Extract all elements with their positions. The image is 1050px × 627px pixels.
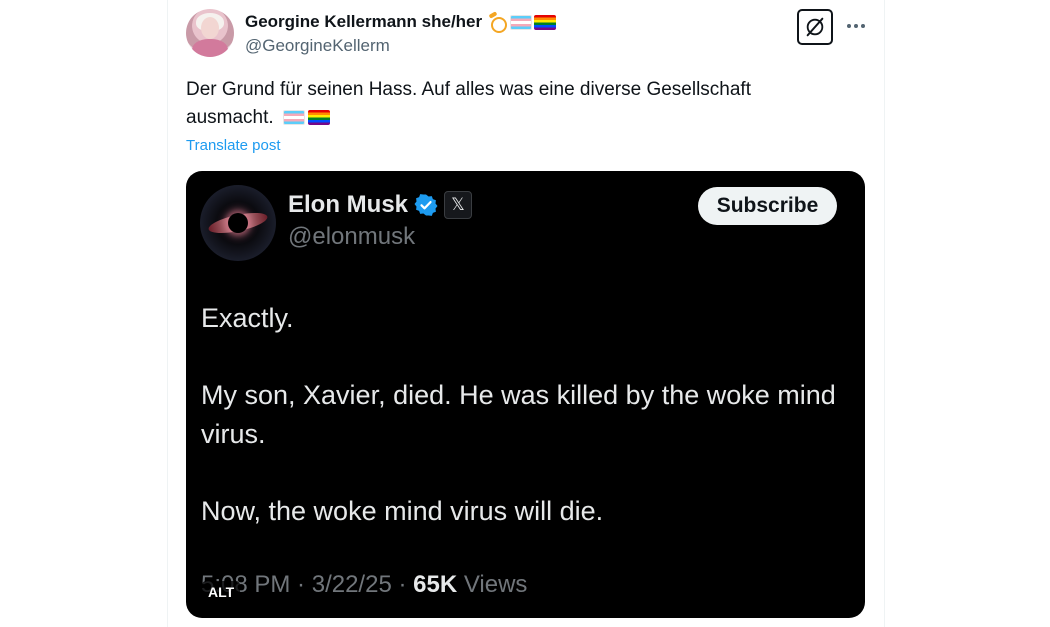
avatar-face: [201, 17, 219, 39]
black-hole-center: [228, 213, 248, 233]
alt-text-badge[interactable]: ALT: [202, 581, 241, 603]
embedded-line-3: Now, the woke mind virus will die.: [201, 496, 604, 526]
ring-emoji-icon: [488, 13, 508, 33]
rainbow-flag-icon: [534, 14, 557, 30]
author-display-name[interactable]: Georgine Kellermann she/her: [245, 12, 482, 32]
more-dot-icon: [847, 24, 851, 28]
verified-badge-icon: [414, 194, 438, 216]
post-text: Der Grund für seinen Hass. Auf alles was…: [186, 76, 826, 132]
embedded-name-row: Elon Musk 𝕏: [288, 191, 473, 219]
x-logo-icon: 𝕏: [444, 191, 473, 219]
embedded-handle: @elonmusk: [288, 223, 416, 250]
transgender-flag-icon: [510, 14, 533, 30]
embedded-display-name: Elon Musk: [288, 191, 409, 218]
embedded-line-1: Exactly.: [201, 303, 294, 333]
name-emojis: [488, 13, 557, 33]
embedded-views-label: Views: [457, 571, 528, 598]
embedded-avatar: [200, 185, 276, 261]
meta-separator: ·: [391, 571, 414, 598]
post-media-image[interactable]: Elon Musk 𝕏 @elonmusk Subscribe Exactly.…: [186, 171, 865, 618]
meta-separator: ·: [290, 571, 312, 598]
rainbow-flag-icon: [307, 110, 330, 125]
author-name-row: Georgine Kellermann she/her: [245, 12, 557, 33]
post-card: Georgine Kellermann she/her @GeorgineKel…: [167, 0, 885, 627]
embedded-body: Exactly. My son, Xavier, died. He was ki…: [201, 299, 841, 531]
more-dot-icon: [854, 24, 858, 28]
avatar-body: [192, 39, 228, 57]
transgender-flag-icon: [282, 110, 305, 125]
subscribe-button: Subscribe: [698, 187, 837, 225]
embedded-meta: 5:08 PM · 3/22/25 · 65K Views: [201, 571, 527, 599]
grok-button[interactable]: [797, 9, 833, 45]
more-options-button[interactable]: [844, 14, 868, 38]
grok-icon: [806, 17, 824, 37]
author-handle[interactable]: @GeorgineKellerm: [245, 36, 390, 56]
translate-post-link[interactable]: Translate post: [186, 137, 281, 154]
author-avatar[interactable]: [186, 9, 234, 57]
post-text-content: Der Grund für seinen Hass. Auf alles was…: [186, 79, 751, 128]
embedded-views-count: 65K: [413, 571, 458, 598]
embedded-date: 3/22/25: [311, 571, 392, 598]
embedded-line-2: My son, Xavier, died. He was killed by t…: [201, 380, 836, 449]
post-text-emojis: [282, 110, 330, 125]
more-dot-icon: [861, 24, 865, 28]
